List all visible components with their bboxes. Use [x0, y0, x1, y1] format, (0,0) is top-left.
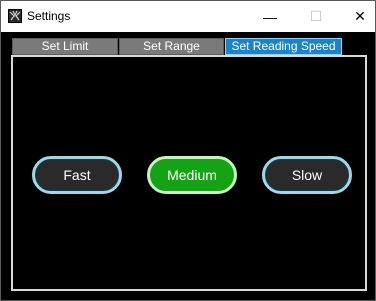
- maximize-icon: ☐: [309, 8, 323, 24]
- title-bar[interactable]: Settings — ☐ ✕: [1, 1, 375, 32]
- reading-speed-panel: Fast Medium Slow: [11, 55, 367, 291]
- tab-set-reading-speed[interactable]: Set Reading Speed: [225, 38, 342, 55]
- slow-button[interactable]: Slow: [262, 156, 352, 194]
- settings-window: Settings — ☐ ✕ Set Limit Set Range Set R…: [0, 0, 376, 301]
- maximize-button[interactable]: ☐: [293, 1, 339, 32]
- tab-bar: Set Limit Set Range Set Reading Speed: [12, 38, 352, 55]
- close-button[interactable]: ✕: [337, 1, 376, 32]
- close-icon: ✕: [354, 8, 366, 24]
- app-icon: [8, 9, 22, 23]
- minimize-button[interactable]: —: [247, 1, 293, 32]
- tab-set-range[interactable]: Set Range: [119, 38, 224, 55]
- tab-set-limit[interactable]: Set Limit: [12, 38, 118, 55]
- medium-button[interactable]: Medium: [147, 156, 237, 194]
- window-title: Settings: [27, 9, 71, 23]
- fast-button[interactable]: Fast: [32, 156, 122, 194]
- minimize-icon: —: [263, 8, 277, 25]
